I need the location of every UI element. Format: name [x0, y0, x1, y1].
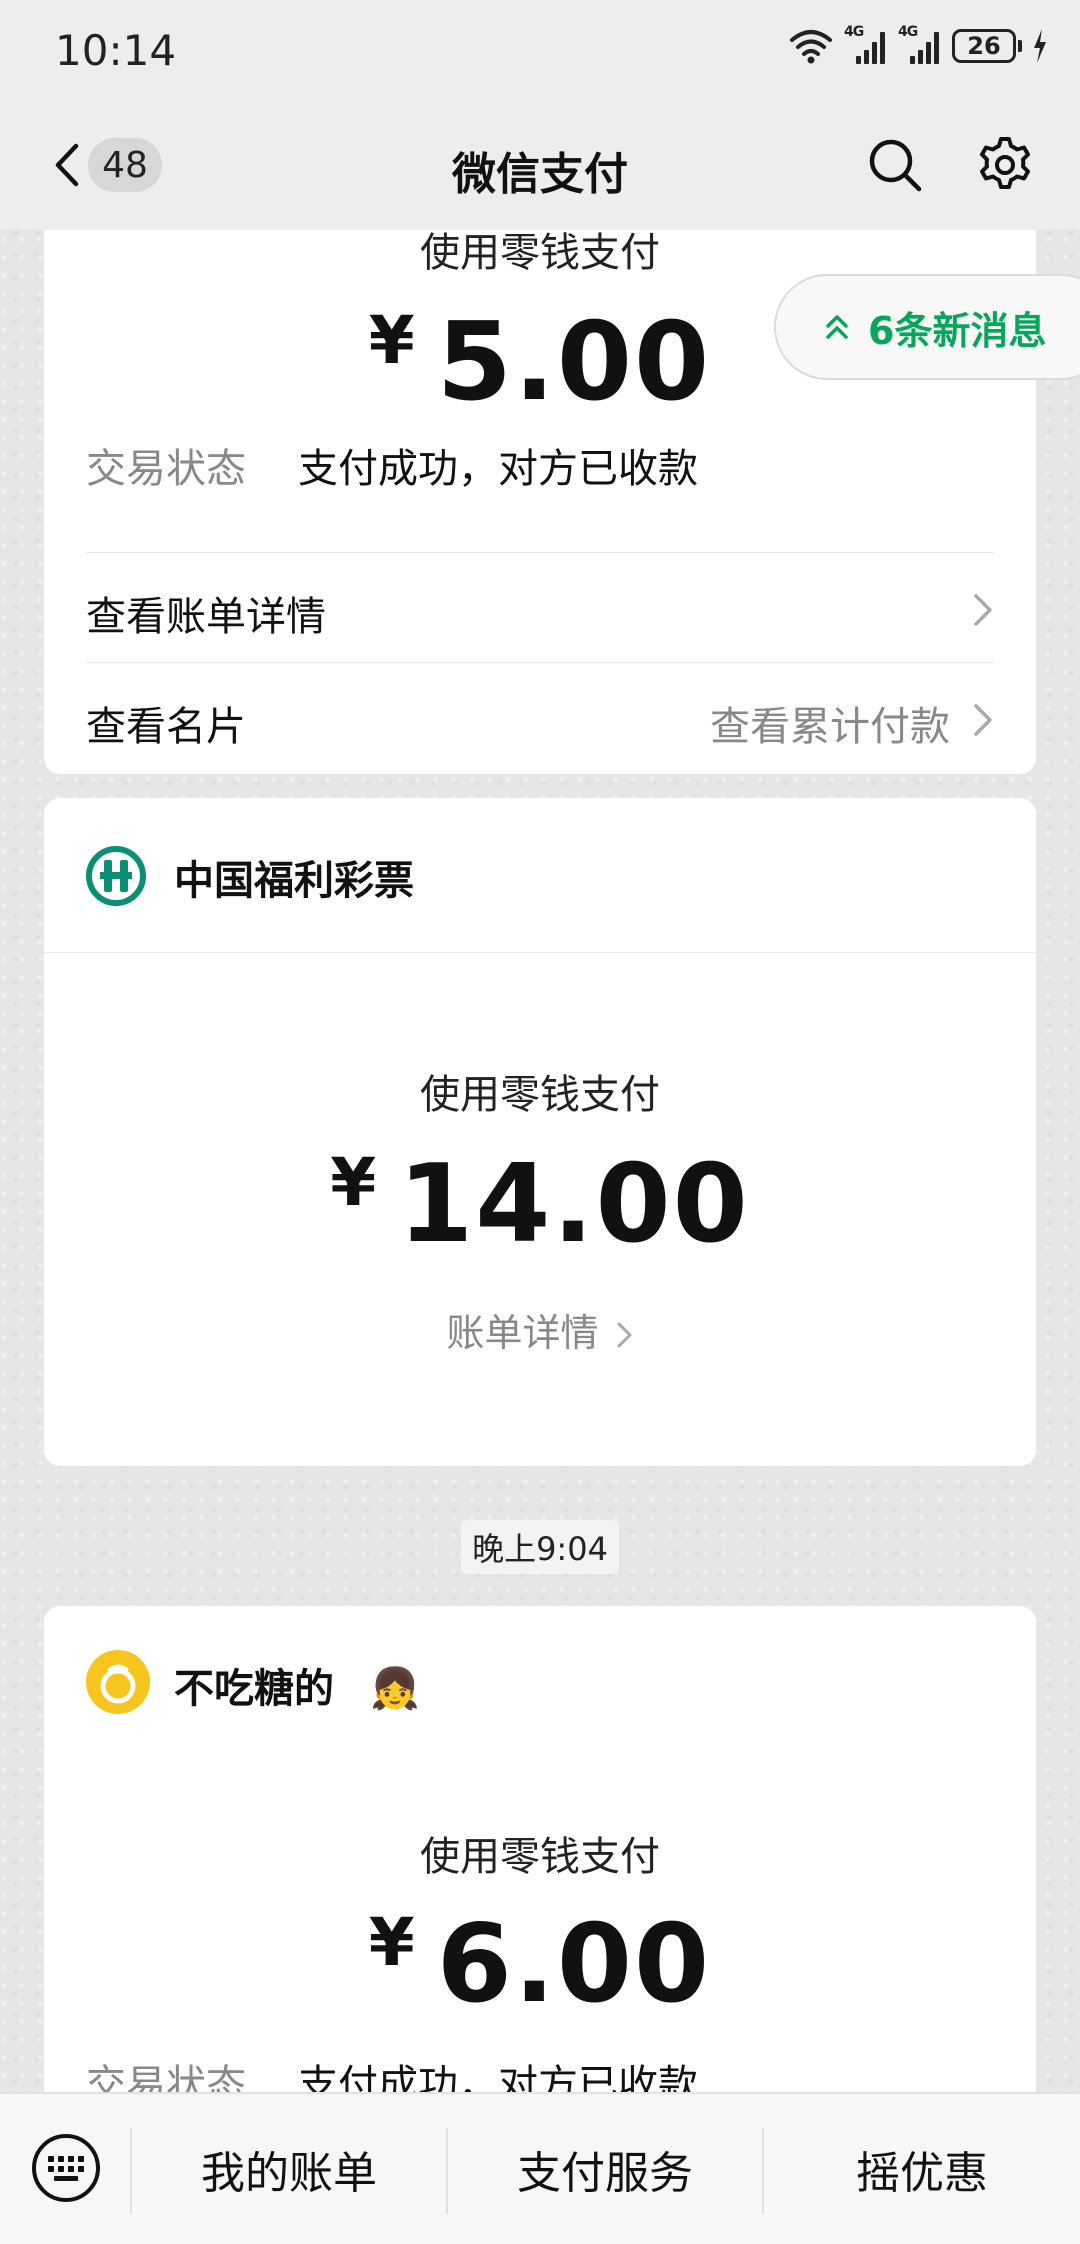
gear-icon[interactable]	[974, 134, 1036, 196]
divider	[86, 662, 994, 663]
menu-my-bills[interactable]: 我的账单	[132, 2094, 446, 2244]
nav-bar: 48 微信支付	[0, 100, 1080, 230]
bottom-menu-bar: 我的账单 支付服务 摇优惠	[0, 2092, 1080, 2244]
signal-icon-1: 4G	[844, 24, 888, 64]
payment-card-2[interactable]: 中国福利彩票 使用零钱支付 ¥14.00 账单详情	[44, 798, 1036, 1466]
chevron-right-icon	[974, 594, 992, 626]
payment-amount: ¥14.00	[330, 1142, 750, 1267]
status-icons: 4G 4G 26	[788, 24, 1048, 64]
payment-method-label: 使用零钱支付	[420, 1072, 660, 1118]
battery-icon: 26	[952, 29, 1022, 63]
menu-pay-services[interactable]: 支付服务	[448, 2094, 762, 2244]
wifi-icon	[790, 30, 832, 64]
charging-icon	[1034, 29, 1046, 63]
chevron-right-icon	[617, 1322, 632, 1348]
signal-icon-2: 4G	[898, 24, 942, 64]
view-cumulative-payment-link[interactable]: 查看累计付款	[710, 694, 950, 752]
status-label: 交易状态	[86, 446, 246, 492]
status-value: 支付成功，对方已收款	[298, 446, 698, 492]
avatar	[86, 1650, 150, 1714]
message-timestamp: 晚上9:04	[461, 1520, 619, 1574]
status-bar: 10:14 4G 4G 26	[0, 0, 1080, 100]
bill-details-link[interactable]: 账单详情	[44, 1302, 1036, 1357]
merchant-name: 中国福利彩票	[174, 858, 414, 904]
keyboard-icon[interactable]	[30, 2132, 102, 2204]
new-messages-button[interactable]: 6条新消息	[774, 274, 1080, 380]
payment-amount: ¥6.00	[368, 1902, 712, 2027]
menu-shake-deals[interactable]: 摇优惠	[764, 2094, 1080, 2244]
divider	[86, 552, 994, 553]
new-messages-label: 6条新消息	[868, 308, 1047, 353]
double-chevron-up-icon	[826, 315, 848, 339]
chevron-right-icon	[974, 704, 992, 736]
view-bill-details-link[interactable]: 查看账单详情	[86, 584, 326, 642]
view-business-card-link[interactable]: 查看名片	[86, 694, 246, 752]
girl-emoji-icon: 👧	[369, 1666, 420, 1712]
divider	[44, 952, 1036, 953]
wechat-pay-screen: 10:14 4G 4G 26 48 微信支付 使用零钱支付 ¥ 5.00 交易状…	[0, 0, 1080, 2244]
payment-method-label: 使用零钱支付	[420, 1834, 660, 1880]
status-time: 10:14	[55, 26, 177, 75]
payer-name: 不吃糖的 👧	[174, 1666, 420, 1712]
search-icon[interactable]	[866, 136, 924, 194]
lottery-logo-icon	[86, 846, 146, 906]
